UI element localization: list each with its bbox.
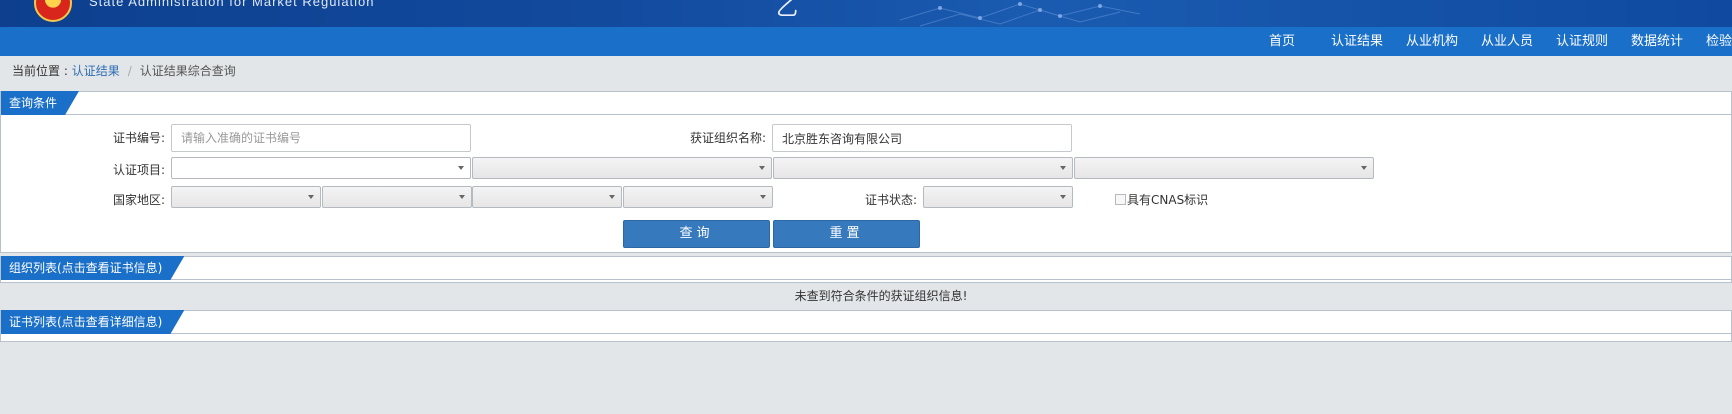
region-select-3[interactable] <box>472 186 622 208</box>
cert-list-panel-header: 证书列表(点击查看详细信息) <box>1 311 1731 334</box>
cnas-checkbox-label: 具有CNAS标识 <box>1127 193 1209 207</box>
main-nav: 首页 认证结果 从业机构 从业人员 认证规则 数据统计 检验 <box>0 27 1732 56</box>
org-list-panel: 组织列表(点击查看证书信息) <box>0 256 1732 283</box>
chevron-down-icon <box>1060 195 1066 199</box>
cert-list-panel-title: 证书列表(点击查看详细信息) <box>1 310 184 334</box>
banner-title-fragment: 乙 <box>776 0 799 21</box>
query-button[interactable]: 查询 <box>623 220 770 248</box>
chevron-down-icon <box>458 166 464 170</box>
network-decoration-icon <box>900 2 1140 27</box>
cert-project-select-4[interactable] <box>1074 157 1374 179</box>
nav-item-statistics[interactable]: 数据统计 <box>1631 27 1683 56</box>
breadcrumb-current: 认证结果综合查询 <box>139 64 236 78</box>
national-emblem-icon <box>34 0 72 22</box>
nav-item-cert-results[interactable]: 认证结果 <box>1331 27 1383 56</box>
region-select-1[interactable] <box>171 186 321 208</box>
cert-status-label: 证书状态: <box>865 193 918 207</box>
nav-item-institutions[interactable]: 从业机构 <box>1406 27 1458 56</box>
query-panel-title: 查询条件 <box>1 91 79 115</box>
org-list-empty-message: 未查到符合条件的获证组织信息! <box>794 289 968 303</box>
chevron-down-icon <box>459 195 465 199</box>
breadcrumb: 当前位置 : 认证结果 / 认证结果综合查询 <box>12 63 236 79</box>
nav-item-practitioners[interactable]: 从业人员 <box>1481 27 1533 56</box>
site-banner: State Administration for Market Regulati… <box>0 0 1732 27</box>
org-list-panel-title: 组织列表(点击查看证书信息) <box>1 256 184 280</box>
region-label: 国家地区: <box>113 193 166 207</box>
query-panel-header: 查询条件 <box>1 92 1731 115</box>
org-name-input[interactable] <box>772 124 1072 152</box>
org-name-en: State Administration for Market Regulati… <box>89 0 375 9</box>
chevron-down-icon <box>609 195 615 199</box>
org-list-panel-header: 组织列表(点击查看证书信息) <box>1 257 1731 280</box>
cert-list-panel: 证书列表(点击查看详细信息) <box>0 310 1732 342</box>
org-name-label: 获证组织名称: <box>690 131 767 145</box>
nav-item-cert-rules[interactable]: 认证规则 <box>1556 27 1608 56</box>
reset-button[interactable]: 重置 <box>773 220 920 248</box>
chevron-down-icon <box>759 166 765 170</box>
cert-project-select-1[interactable] <box>171 157 471 179</box>
chevron-down-icon <box>1060 166 1066 170</box>
nav-item-home[interactable]: 首页 <box>1269 27 1295 56</box>
cert-no-label: 证书编号: <box>113 131 166 145</box>
chevron-down-icon <box>308 195 314 199</box>
chevron-down-icon <box>760 195 766 199</box>
query-panel: 查询条件 证书编号: 获证组织名称: 认证项目: 国家地区: 证书状态: 具有C… <box>0 91 1732 253</box>
cnas-checkbox-row: 具有CNAS标识 <box>1115 192 1208 208</box>
cert-status-select[interactable] <box>923 186 1073 208</box>
cert-project-select-3[interactable] <box>773 157 1073 179</box>
breadcrumb-link-cert-results[interactable]: 认证结果 <box>72 64 120 78</box>
cert-no-input[interactable] <box>171 124 471 152</box>
breadcrumb-prefix: 当前位置 : <box>12 64 72 78</box>
cert-project-select-2[interactable] <box>472 157 772 179</box>
region-select-2[interactable] <box>322 186 472 208</box>
region-select-4[interactable] <box>623 186 773 208</box>
chevron-down-icon <box>1361 166 1367 170</box>
cnas-checkbox[interactable] <box>1115 194 1126 205</box>
breadcrumb-separator: / <box>127 64 132 78</box>
nav-item-inspection[interactable]: 检验 <box>1706 27 1732 56</box>
cert-project-label: 认证项目: <box>113 163 166 177</box>
